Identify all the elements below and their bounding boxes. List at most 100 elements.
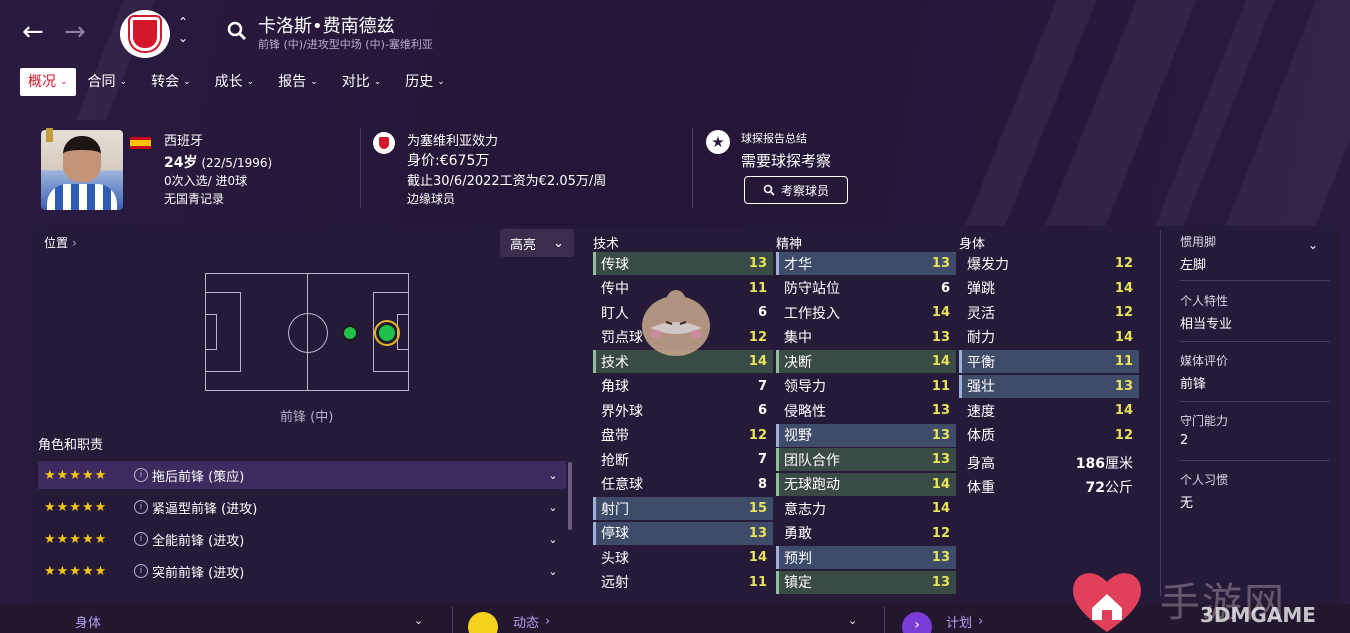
- chevron-down-icon: ⌄: [119, 77, 128, 87]
- tab-contract[interactable]: 合同 ⌄: [76, 68, 140, 96]
- attribute-row[interactable]: 任意球 8: [593, 473, 773, 496]
- tab-development[interactable]: 成长 ⌄: [203, 68, 267, 96]
- media-label: 媒体评价: [1180, 354, 1229, 368]
- scout-player-button[interactable]: 考察球员: [744, 176, 848, 204]
- highlight-dropdown[interactable]: 高亮 ⌄: [500, 229, 574, 257]
- back-arrow-icon[interactable]: ←: [22, 19, 48, 46]
- attribute-row[interactable]: 无球跑动 14: [776, 472, 956, 496]
- role-row[interactable]: ★★★★★ i 突前前锋 (进攻) ⌄: [38, 557, 566, 585]
- chevron-down-icon[interactable]: ⌄: [848, 614, 857, 627]
- tab-reports[interactable]: 报告 ⌄: [266, 68, 330, 96]
- attribute-name: 射门: [601, 501, 629, 518]
- attribute-row[interactable]: 界外球 6: [593, 399, 773, 422]
- info-icon[interactable]: i: [134, 500, 148, 514]
- tab-transfer[interactable]: 转会 ⌄: [139, 68, 203, 96]
- attribute-row[interactable]: 意志力 14: [776, 497, 956, 520]
- goalkeeping: 守门能力 2: [1180, 412, 1330, 448]
- role-row[interactable]: ★★★★★ i 紧逼型前锋 (进攻) ⌄: [38, 493, 566, 521]
- watermark-logo: [1073, 573, 1141, 632]
- attribute-row[interactable]: 镇定 13: [776, 570, 956, 594]
- attribute-value: 7: [757, 452, 767, 467]
- role-row[interactable]: ★★★★★ i 拖后前锋 (策应) ⌄: [38, 461, 566, 489]
- chevron-down-icon[interactable]: ⌄: [540, 469, 566, 482]
- attribute-value: 12: [748, 427, 767, 443]
- position-link[interactable]: 位置 ›: [44, 234, 77, 251]
- attribute-name: 视野: [784, 428, 812, 444]
- attribute-row[interactable]: 领导力 11: [776, 375, 956, 398]
- forward-arrow-icon[interactable]: →: [64, 19, 90, 46]
- role-row[interactable]: ★★★★★ i 全能前锋 (进攻) ⌄: [38, 525, 566, 553]
- chevron-down-icon[interactable]: ⌄: [540, 501, 566, 514]
- date-of-birth: (22/5/1996): [201, 156, 273, 170]
- info-icon[interactable]: i: [134, 468, 148, 482]
- attribute-name: 抢断: [601, 452, 629, 469]
- attribute-row[interactable]: 传球 13: [593, 252, 773, 275]
- nationality[interactable]: 西班牙: [164, 130, 203, 149]
- role-stars: ★★★★★: [44, 499, 108, 515]
- attribute-value: 6: [757, 403, 767, 418]
- goalkeeping-value: 2: [1180, 433, 1189, 448]
- attribute-row[interactable]: 速度 14: [959, 399, 1139, 422]
- scout-status: 需要球探考察: [741, 152, 832, 170]
- attribute-row[interactable]: 头球 14: [593, 546, 773, 569]
- attribute-row[interactable]: 视野 13: [776, 423, 956, 447]
- divider: [884, 606, 885, 633]
- player-name: 卡洛斯•费南德兹: [258, 16, 395, 37]
- attribute-row[interactable]: 弹跳 14: [959, 277, 1139, 300]
- attribute-row[interactable]: 角球 7: [593, 375, 773, 398]
- chevron-down-icon[interactable]: ⌄: [540, 565, 566, 578]
- search-icon[interactable]: [226, 20, 248, 42]
- club-name[interactable]: 为塞维利亚效力: [407, 130, 498, 149]
- weight-unit: 公斤: [1105, 479, 1133, 496]
- attribute-row[interactable]: 平衡 11: [959, 350, 1139, 373]
- attribute-value: 13: [748, 525, 767, 541]
- attribute-row[interactable]: 射门 15: [593, 497, 773, 520]
- tab-plans[interactable]: 计划 ›: [946, 612, 983, 631]
- attribute-row[interactable]: 侵略性 13: [776, 399, 956, 422]
- attribute-row[interactable]: 耐力 14: [959, 326, 1139, 349]
- attribute-row[interactable]: 体质 12: [959, 424, 1139, 447]
- divider: [1160, 230, 1161, 596]
- divider: [360, 128, 361, 208]
- attribute-row[interactable]: 防守站位 6: [776, 277, 956, 300]
- roles-scrollbar[interactable]: [568, 462, 572, 530]
- bottom-bar: [0, 604, 1350, 633]
- chevron-down-icon[interactable]: ⌄: [540, 533, 566, 546]
- tab-compare[interactable]: 对比 ⌄: [330, 68, 394, 96]
- attribute-row[interactable]: 工作投入 14: [776, 301, 956, 324]
- attribute-row[interactable]: 灵活 12: [959, 301, 1139, 324]
- attribute-row[interactable]: 抢断 7: [593, 448, 773, 471]
- chevron-down-icon: ⌄: [183, 77, 191, 87]
- attribute-row[interactable]: 爆发力 12: [959, 252, 1139, 275]
- attribute-row[interactable]: 停球 13: [593, 521, 773, 545]
- attribute-row[interactable]: 团队合作 13: [776, 448, 956, 471]
- attribute-value: 14: [931, 476, 950, 492]
- personality: 个人特性 相当专业: [1180, 292, 1330, 332]
- attribute-name: 侵略性: [784, 403, 826, 420]
- up-down-chevron-icon[interactable]: ⌃ ⌄: [178, 14, 188, 46]
- tab-news[interactable]: 动态 ›: [513, 612, 550, 631]
- spain-flag-icon: [130, 137, 151, 149]
- tab-history[interactable]: 历史 ⌄: [393, 68, 457, 96]
- attribute-row[interactable]: 盘带 12: [593, 424, 773, 447]
- attribute-value: 14: [1114, 280, 1133, 296]
- attribute-row[interactable]: 勇敢 12: [776, 522, 956, 545]
- attribute-value: 8: [757, 476, 767, 492]
- role-stars: ★★★★★: [44, 563, 108, 579]
- technical-title: 技术: [593, 237, 620, 252]
- attribute-row[interactable]: 预判 13: [776, 546, 956, 569]
- tab-physical[interactable]: 身体: [75, 612, 101, 631]
- chevron-down-icon[interactable]: ⌄: [414, 614, 423, 627]
- info-icon[interactable]: i: [134, 532, 148, 546]
- tab-overview[interactable]: 概况 ⌄: [20, 68, 76, 96]
- attribute-row[interactable]: 决断 14: [776, 350, 956, 373]
- attribute-row[interactable]: 远射 11: [593, 571, 773, 594]
- chevron-down-icon: ⌄: [373, 77, 382, 87]
- role-name: 突前前锋 (进攻): [152, 565, 245, 581]
- info-icon[interactable]: i: [134, 564, 148, 578]
- role-stars: ★★★★★: [44, 531, 108, 547]
- club-badge[interactable]: [120, 10, 170, 58]
- attribute-row[interactable]: 强壮 13: [959, 374, 1139, 398]
- attribute-row[interactable]: 才华 13: [776, 252, 956, 275]
- attribute-row[interactable]: 集中 13: [776, 326, 956, 349]
